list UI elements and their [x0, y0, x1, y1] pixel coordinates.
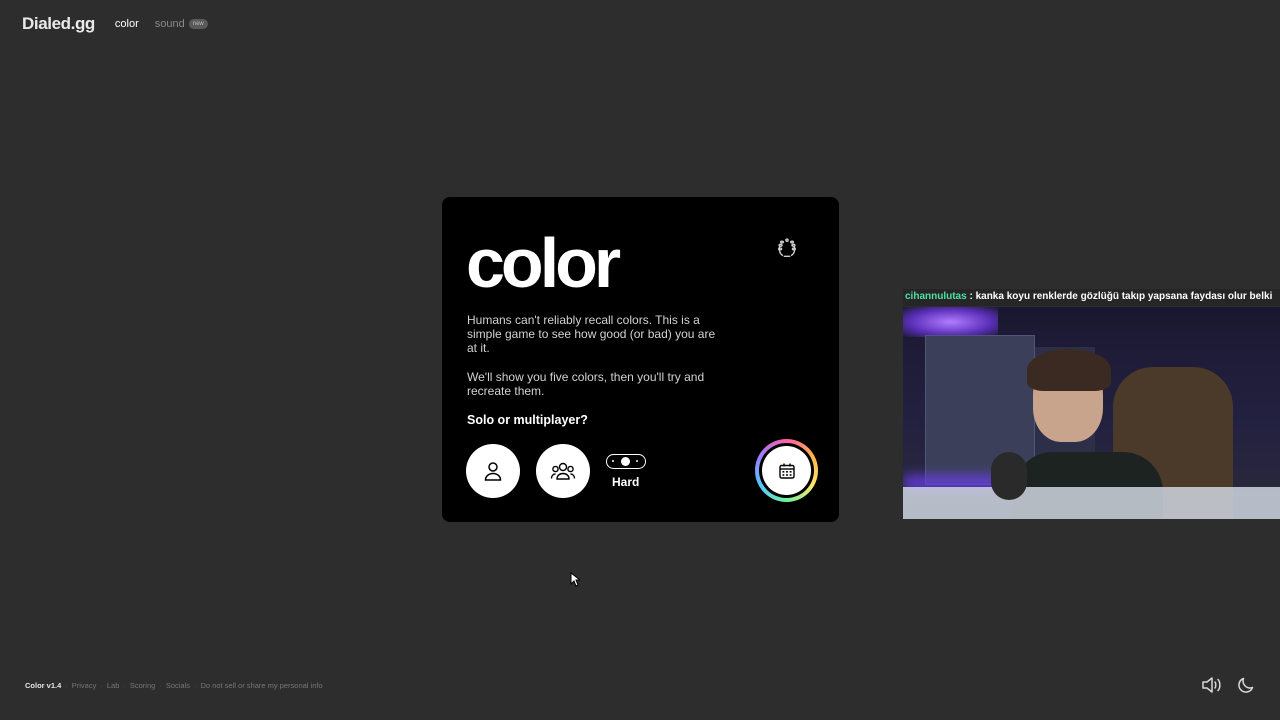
stream-chat-message: cihannulutas : kanka koyu renklerde gözl… [903, 289, 1280, 306]
webcam-feed [903, 307, 1280, 519]
mode-question: Solo or multiplayer? [467, 413, 588, 427]
footer-separator: · [194, 681, 197, 690]
chat-username: cihannulutas [905, 291, 967, 302]
privacy-link[interactable]: Privacy [72, 681, 97, 690]
solo-button[interactable] [466, 444, 520, 498]
toggle-dot-right [636, 460, 638, 462]
new-badge: new [188, 19, 208, 29]
nav-sound-link[interactable]: sound new [155, 18, 208, 30]
person-icon [484, 462, 502, 481]
scoring-link[interactable]: Scoring [130, 681, 155, 690]
game-card: color Humans can't reliably recall color… [442, 197, 839, 522]
description-paragraph-2: We'll show you five colors, then you'll … [467, 370, 705, 398]
moon-icon[interactable] [1236, 675, 1256, 695]
toggle-knob [621, 457, 630, 466]
laurel-icon[interactable] [776, 237, 798, 259]
webcam-microphone [991, 452, 1027, 500]
version-label: Color v1.4 [25, 681, 62, 690]
logo[interactable]: Dialed.gg [22, 14, 95, 34]
footer-separator: · [159, 681, 162, 690]
webcam-light [903, 307, 998, 337]
footer-separator: · [65, 681, 68, 690]
game-description: Humans can't reliably recall colors. Thi… [467, 313, 722, 398]
daily-challenge-button[interactable] [755, 439, 818, 502]
chat-separator: : [966, 291, 976, 302]
mouse-cursor-icon [570, 572, 580, 587]
nav-color-link[interactable]: color [115, 18, 139, 30]
chat-text: kanka koyu renklerde gözlüğü takıp yapsa… [975, 291, 1273, 302]
multiplayer-button[interactable] [536, 444, 590, 498]
webcam-desk [903, 487, 1280, 519]
footer-separator: · [100, 681, 103, 690]
footer-separator: · [123, 681, 126, 690]
lab-link[interactable]: Lab [107, 681, 120, 690]
difficulty-toggle[interactable] [606, 454, 646, 469]
socials-link[interactable]: Socials [166, 681, 190, 690]
speaker-icon[interactable] [1201, 675, 1223, 695]
toggle-dot-left [612, 460, 614, 462]
group-icon [550, 462, 576, 480]
daily-ring-gap [759, 443, 814, 498]
webcam-hair [1027, 349, 1111, 391]
difficulty-label: Hard [612, 475, 640, 489]
game-title: color [466, 224, 621, 302]
calendar-icon [778, 463, 795, 479]
footer: Color v1.4 · Privacy · Lab · Scoring · S… [25, 681, 323, 690]
do-not-sell-link[interactable]: Do not sell or share my personal info [201, 681, 323, 690]
daily-core [762, 446, 811, 495]
header: Dialed.gg color sound new [22, 14, 208, 34]
nav-sound-label: sound [154, 18, 185, 30]
description-paragraph-1: Humans can't reliably recall colors. Thi… [467, 313, 716, 355]
